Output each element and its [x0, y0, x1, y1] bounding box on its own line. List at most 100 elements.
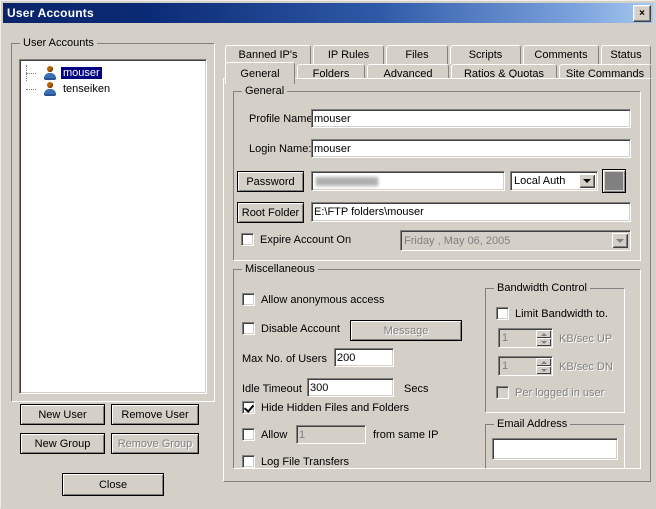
new-group-button[interactable]: New Group [20, 433, 105, 454]
expire-account-label: Expire Account On [260, 233, 352, 246]
tab-label: Banned IP's [238, 49, 298, 61]
stepper-down-icon [536, 366, 551, 374]
tab-label: Comments [534, 49, 588, 61]
checkbox-box [242, 455, 255, 468]
tab-comments[interactable]: Comments [523, 45, 599, 64]
chevron-down-icon [612, 233, 628, 248]
limit-bandwidth-label: Limit Bandwidth to. [515, 307, 608, 320]
stepper-down-icon [536, 338, 551, 346]
remove-group-button: Remove Group [111, 433, 199, 454]
per-logged-in-user-label: Per logged in user [515, 386, 605, 399]
auth-type-value: Local Auth [514, 175, 566, 187]
bandwidth-up-units: KB/sec UP [559, 333, 613, 345]
tab-general[interactable]: General [225, 62, 295, 84]
limit-bandwidth-checkbox[interactable]: Limit Bandwidth to. [496, 307, 608, 320]
root-folder-button[interactable]: Root Folder [237, 202, 304, 223]
checkbox-box [241, 233, 254, 246]
tab-files[interactable]: Files [386, 45, 448, 64]
idle-timeout-field[interactable]: 300 [307, 378, 394, 397]
password-field[interactable] [311, 171, 505, 191]
email-address-groupbox-title: Email Address [494, 418, 571, 430]
close-icon[interactable]: × [633, 5, 651, 22]
list-item-label: mouser [61, 67, 102, 79]
list-item-label: tenseiken [63, 83, 111, 95]
email-address-field[interactable] [492, 438, 618, 460]
checkbox-box [242, 322, 255, 335]
user-accounts-groupbox-title: User Accounts [20, 37, 97, 49]
stepper-buttons [536, 330, 551, 346]
idle-timeout-units: Secs [404, 383, 429, 395]
expire-date-value: Friday , May 06, 2005 [404, 234, 511, 247]
bandwidth-control-groupbox-title: Bandwidth Control [494, 282, 590, 294]
expire-account-checkbox[interactable]: Expire Account On [241, 233, 351, 246]
user-icon [42, 65, 58, 81]
tab-label: Status [610, 49, 642, 61]
root-folder-field[interactable]: E:\FTP folders\mouser [311, 202, 631, 222]
tab-ip-rules[interactable]: IP Rules [313, 45, 384, 64]
log-file-transfers-label: Log File Transfers [261, 455, 350, 468]
password-masked-value [316, 176, 378, 186]
stepper-up-icon [536, 330, 551, 338]
profile-name-field[interactable]: mouser [311, 109, 631, 128]
remove-user-button[interactable]: Remove User [111, 404, 199, 425]
tab-label: Scripts [468, 49, 503, 61]
tab-status[interactable]: Status [601, 45, 651, 64]
tab-label: Files [405, 49, 429, 61]
profile-name-label: Profile Name [249, 113, 313, 125]
window-title: User Accounts [7, 6, 94, 20]
per-logged-in-user-checkbox: Per logged in user [496, 386, 604, 399]
title-bar: User Accounts × [3, 3, 653, 23]
allow-from-same-ip-checkbox[interactable]: Allow [242, 428, 287, 441]
checkbox-box [496, 386, 509, 399]
miscellaneous-groupbox-title: Miscellaneous [242, 263, 318, 275]
expire-date-picker: Friday , May 06, 2005 [400, 230, 631, 251]
hide-hidden-files-label: Hide Hidden Files and Folders [261, 401, 409, 414]
general-groupbox-title: General [242, 85, 288, 97]
checkbox-box [242, 401, 255, 414]
tab-label: General [240, 67, 280, 80]
max-users-field[interactable]: 200 [334, 348, 394, 367]
stepper-up-icon [536, 358, 551, 366]
login-name-field[interactable]: mouser [311, 139, 631, 158]
user-icon [42, 81, 58, 97]
bandwidth-dn-stepper: 1 [498, 356, 553, 376]
close-button[interactable]: Close [62, 473, 164, 496]
password-button[interactable]: Password [237, 171, 304, 192]
login-name-label: Login Name: [249, 143, 312, 155]
color-swatch [606, 173, 622, 189]
log-file-transfers-checkbox[interactable]: Log File Transfers [242, 455, 349, 468]
idle-timeout-label: Idle Timeout [242, 383, 302, 395]
tree-connector-icon [26, 65, 42, 81]
color-swatch-button[interactable] [602, 169, 626, 193]
user-accounts-dialog: User Accounts × User Accounts mouser ten… [0, 0, 656, 509]
password-button-label: Password [246, 175, 295, 188]
bandwidth-up-stepper: 1 [498, 328, 553, 348]
user-list[interactable]: mouser tenseiken [19, 59, 207, 394]
hide-hidden-files-checkbox[interactable]: Hide Hidden Files and Folders [242, 401, 409, 414]
allow-anonymous-checkbox[interactable]: Allow anonymous access [242, 293, 385, 306]
disable-account-label: Disable Account [261, 322, 340, 335]
root-folder-button-label: Root Folder [241, 206, 300, 219]
chevron-down-icon[interactable] [579, 174, 595, 188]
checkbox-box [242, 293, 255, 306]
list-item[interactable]: tenseiken [26, 81, 112, 97]
bandwidth-dn-value: 1 [502, 360, 509, 372]
auth-type-dropdown[interactable]: Local Auth [510, 171, 598, 191]
allow-anonymous-label: Allow anonymous access [261, 293, 385, 306]
bandwidth-up-value: 1 [502, 332, 509, 344]
allow-label: Allow [261, 428, 288, 441]
list-item[interactable]: mouser [26, 65, 102, 81]
checkbox-box [496, 307, 509, 320]
new-user-button[interactable]: New User [20, 404, 105, 425]
disable-account-checkbox[interactable]: Disable Account [242, 322, 340, 335]
message-button: Message [350, 320, 462, 341]
bandwidth-dn-units: KB/sec DN [559, 361, 613, 373]
tab-label: IP Rules [327, 49, 370, 61]
checkbox-box [242, 428, 255, 441]
stepper-buttons [536, 358, 551, 374]
allow-suffix-label: from same IP [373, 429, 439, 441]
tree-connector-icon [26, 81, 42, 97]
tab-scripts[interactable]: Scripts [450, 45, 521, 64]
allow-count-field: 1 [296, 425, 366, 444]
max-users-label: Max No. of Users [242, 353, 327, 365]
